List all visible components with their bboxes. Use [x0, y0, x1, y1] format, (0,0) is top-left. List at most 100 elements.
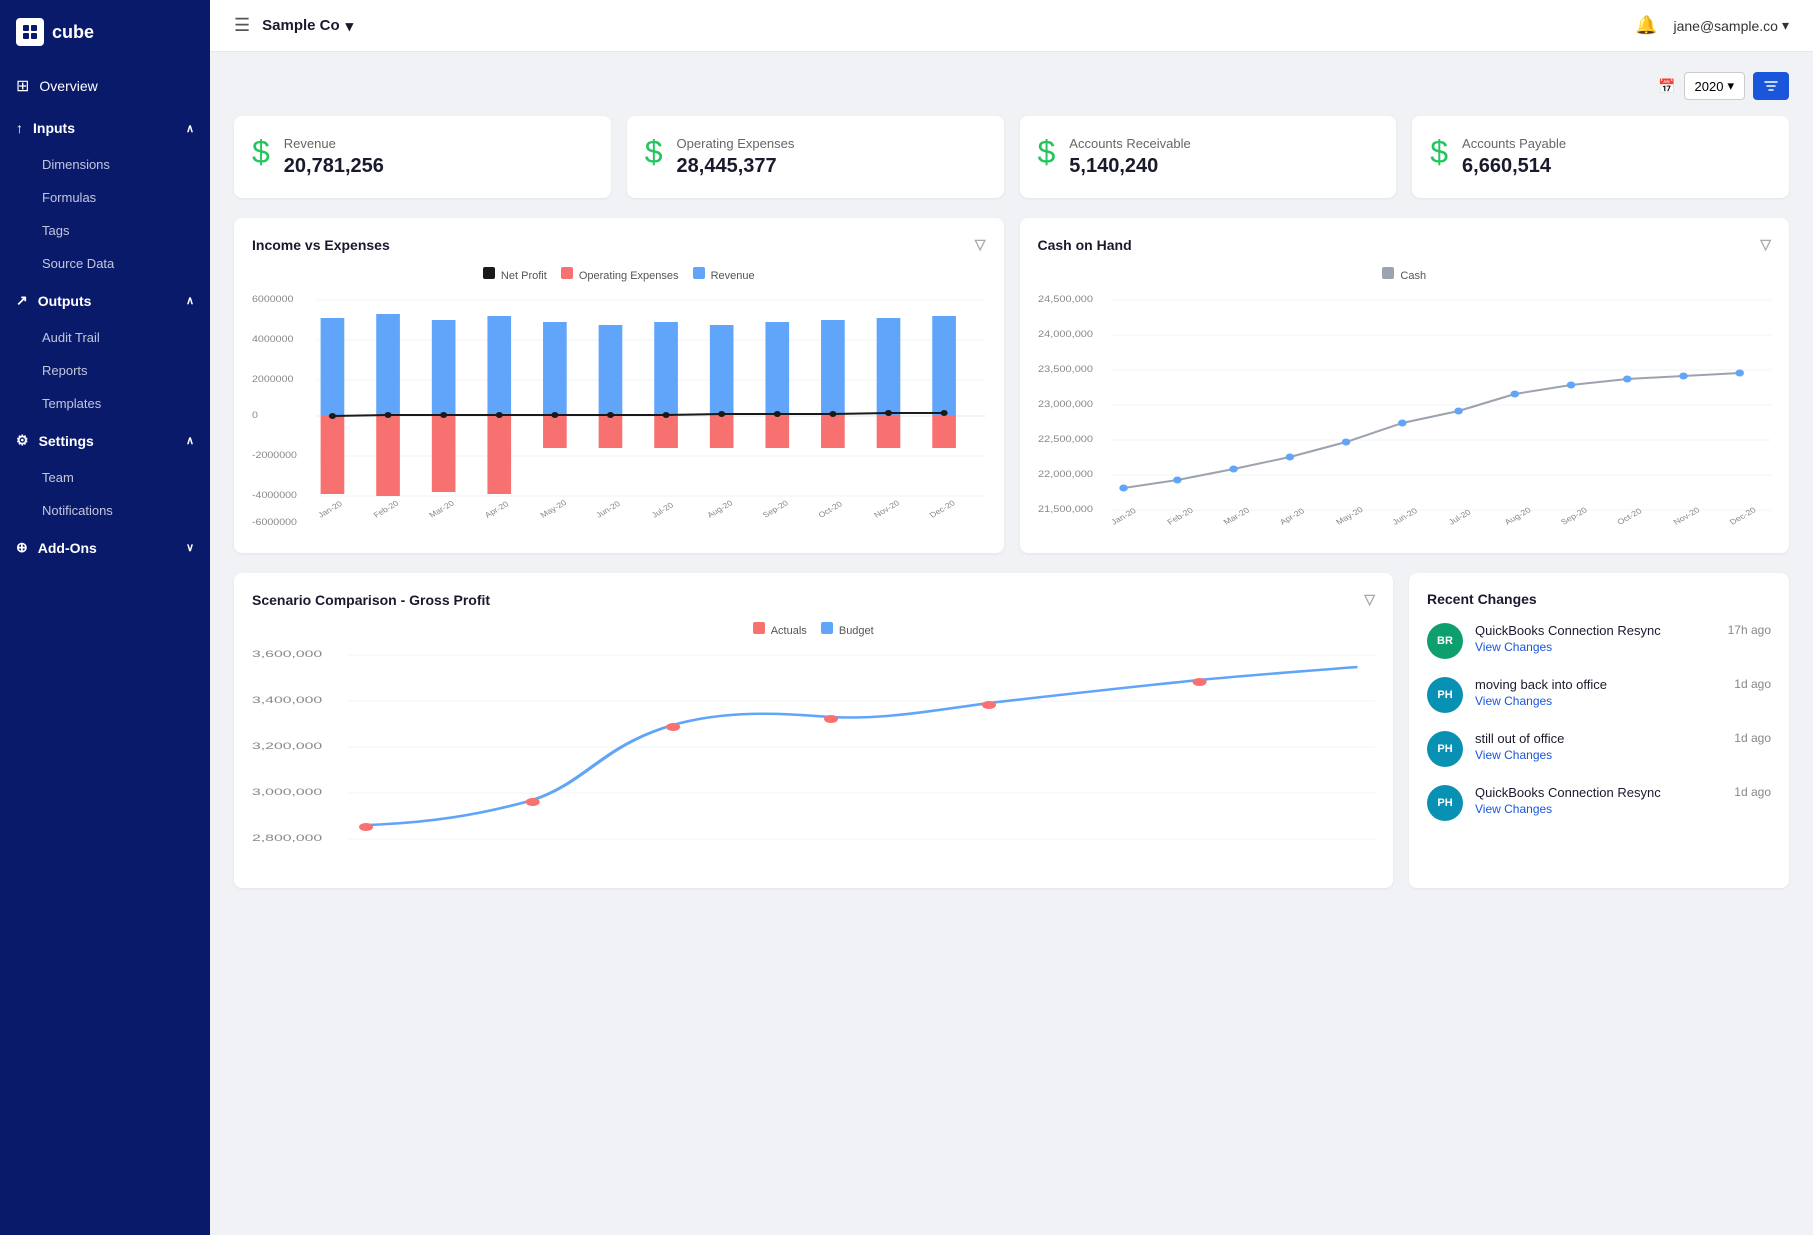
change-title: QuickBooks Connection Resync	[1475, 785, 1722, 800]
svg-text:21,500,000: 21,500,000	[1038, 505, 1093, 515]
sidebar-item-templates[interactable]: Templates	[0, 387, 210, 420]
view-changes-link[interactable]: View Changes	[1475, 802, 1552, 816]
recent-changes-list: BR QuickBooks Connection Resync View Cha…	[1427, 623, 1771, 821]
svg-text:-6000000: -6000000	[252, 518, 297, 528]
change-meta: QuickBooks Connection Resync View Change…	[1475, 785, 1722, 818]
recent-changes-panel: Recent Changes BR QuickBooks Connection …	[1409, 573, 1789, 888]
kpi-opex: $ Operating Expenses 28,445,377	[627, 116, 1004, 198]
svg-text:4000000: 4000000	[252, 335, 294, 345]
sidebar-section-addons[interactable]: ⊕ Add-Ons ∨	[0, 527, 210, 568]
kpi-revenue: $ Revenue 20,781,256	[234, 116, 611, 198]
avatar: PH	[1427, 785, 1463, 821]
change-meta: moving back into office View Changes	[1475, 677, 1722, 710]
sidebar-item-overview[interactable]: ⊞ Overview	[0, 64, 210, 108]
svg-text:3,600,000: 3,600,000	[252, 649, 322, 660]
svg-text:Feb-20: Feb-20	[1165, 505, 1195, 526]
recent-changes-title: Recent Changes	[1427, 591, 1771, 607]
svg-text:-2000000: -2000000	[252, 451, 297, 461]
sidebar-item-team[interactable]: Team	[0, 461, 210, 494]
header-right: 🔔 jane@sample.co ▾	[1635, 15, 1789, 36]
chart-cash-title: Cash on Hand ▽	[1038, 236, 1772, 253]
chart3-legend: Actuals Budget	[252, 622, 1375, 637]
sidebar-item-dimensions[interactable]: Dimensions	[0, 148, 210, 181]
view-changes-link[interactable]: View Changes	[1475, 748, 1552, 762]
change-meta: QuickBooks Connection Resync View Change…	[1475, 623, 1716, 656]
svg-text:May-20: May-20	[1333, 505, 1365, 527]
change-time: 1d ago	[1734, 785, 1771, 799]
svg-text:Oct-20: Oct-20	[817, 500, 845, 520]
legend-cash: Cash	[1382, 267, 1426, 282]
legend-budget: Budget	[821, 622, 874, 637]
svg-text:Jan-20: Jan-20	[1108, 506, 1138, 527]
change-time: 17h ago	[1728, 623, 1771, 637]
filter-button[interactable]	[1753, 72, 1789, 100]
svg-text:6000000: 6000000	[252, 295, 294, 305]
settings-chevron: ∧	[186, 434, 194, 447]
user-menu[interactable]: jane@sample.co ▾	[1673, 17, 1789, 34]
svg-text:Mar-20: Mar-20	[1221, 505, 1251, 526]
hamburger-button[interactable]: ☰	[234, 15, 250, 36]
sidebar-section-settings[interactable]: ⚙ Settings ∧	[0, 420, 210, 461]
svg-text:Sep-20: Sep-20	[1558, 505, 1589, 526]
svg-text:Jul-20: Jul-20	[650, 501, 676, 520]
chart-income-title: Income vs Expenses ▽	[252, 236, 986, 253]
top-controls: 📅 2020 ▾	[234, 72, 1789, 100]
avatar: PH	[1427, 677, 1463, 713]
opex-label: Operating Expenses	[677, 136, 795, 151]
legend-net-profit: Net Profit	[483, 267, 547, 282]
outputs-label: Outputs	[38, 293, 92, 309]
change-item: PH QuickBooks Connection Resync View Cha…	[1427, 785, 1771, 821]
sidebar: cube ⊞ Overview ↑ Inputs ∧ Dimensions Fo…	[0, 0, 210, 1235]
revenue-dollar-icon: $	[252, 136, 270, 168]
ar-value: 5,140,240	[1069, 155, 1190, 178]
ap-label: Accounts Payable	[1462, 136, 1566, 151]
change-item: BR QuickBooks Connection Resync View Cha…	[1427, 623, 1771, 659]
change-title: still out of office	[1475, 731, 1722, 746]
svg-text:22,500,000: 22,500,000	[1038, 435, 1093, 445]
change-item: PH moving back into office View Changes …	[1427, 677, 1771, 713]
sidebar-item-audit-trail[interactable]: Audit Trail	[0, 321, 210, 354]
ar-dollar-icon: $	[1038, 136, 1056, 168]
chart2-filter-icon[interactable]: ▽	[1760, 236, 1771, 253]
inputs-icon: ↑	[16, 120, 23, 136]
svg-text:24,500,000: 24,500,000	[1038, 295, 1093, 305]
svg-text:0: 0	[252, 411, 258, 421]
kpi-row: $ Revenue 20,781,256 $ Operating Expense…	[234, 116, 1789, 198]
ap-value: 6,660,514	[1462, 155, 1566, 178]
change-title: QuickBooks Connection Resync	[1475, 623, 1716, 638]
chart3-svg: 3,600,000 3,400,000 3,200,000 3,000,000 …	[252, 645, 1375, 865]
sidebar-section-outputs[interactable]: ↗ Outputs ∧	[0, 280, 210, 321]
inputs-chevron: ∧	[186, 122, 194, 135]
svg-text:Dec-20: Dec-20	[1727, 505, 1758, 526]
chart-income-expenses: Income vs Expenses ▽ Net Profit Operatin…	[234, 218, 1004, 553]
view-changes-link[interactable]: View Changes	[1475, 694, 1552, 708]
sidebar-item-formulas[interactable]: Formulas	[0, 181, 210, 214]
main-area: ☰ Sample Co ▾ 🔔 jane@sample.co ▾ 📅 2020 …	[210, 0, 1813, 1235]
calendar-icon: 📅	[1658, 78, 1675, 95]
revenue-value: 20,781,256	[284, 155, 384, 178]
sidebar-item-notifications[interactable]: Notifications	[0, 494, 210, 527]
svg-text:Aug-20: Aug-20	[1502, 505, 1533, 526]
svg-text:May-20: May-20	[539, 498, 569, 519]
view-changes-link[interactable]: View Changes	[1475, 640, 1552, 654]
svg-text:3,000,000: 3,000,000	[252, 787, 322, 798]
sidebar-item-tags[interactable]: Tags	[0, 214, 210, 247]
legend-actuals: Actuals	[753, 622, 807, 637]
company-selector[interactable]: Sample Co ▾	[262, 17, 353, 35]
svg-text:Jan-20: Jan-20	[316, 499, 344, 519]
svg-text:22,000,000: 22,000,000	[1038, 470, 1093, 480]
year-selector[interactable]: 2020 ▾	[1684, 72, 1745, 100]
inputs-label: Inputs	[33, 120, 75, 136]
company-chevron: ▾	[346, 17, 354, 35]
kpi-ap: $ Accounts Payable 6,660,514	[1412, 116, 1789, 198]
sidebar-item-reports[interactable]: Reports	[0, 354, 210, 387]
sidebar-item-source-data[interactable]: Source Data	[0, 247, 210, 280]
svg-text:3,200,000: 3,200,000	[252, 741, 322, 752]
chart1-filter-icon[interactable]: ▽	[975, 236, 986, 253]
logo[interactable]: cube	[0, 0, 210, 64]
charts-row-1: Income vs Expenses ▽ Net Profit Operatin…	[234, 218, 1789, 553]
sidebar-section-inputs[interactable]: ↑ Inputs ∧	[0, 108, 210, 148]
outputs-icon: ↗	[16, 292, 28, 309]
chart3-filter-icon[interactable]: ▽	[1364, 591, 1375, 608]
notification-icon[interactable]: 🔔	[1635, 15, 1657, 36]
